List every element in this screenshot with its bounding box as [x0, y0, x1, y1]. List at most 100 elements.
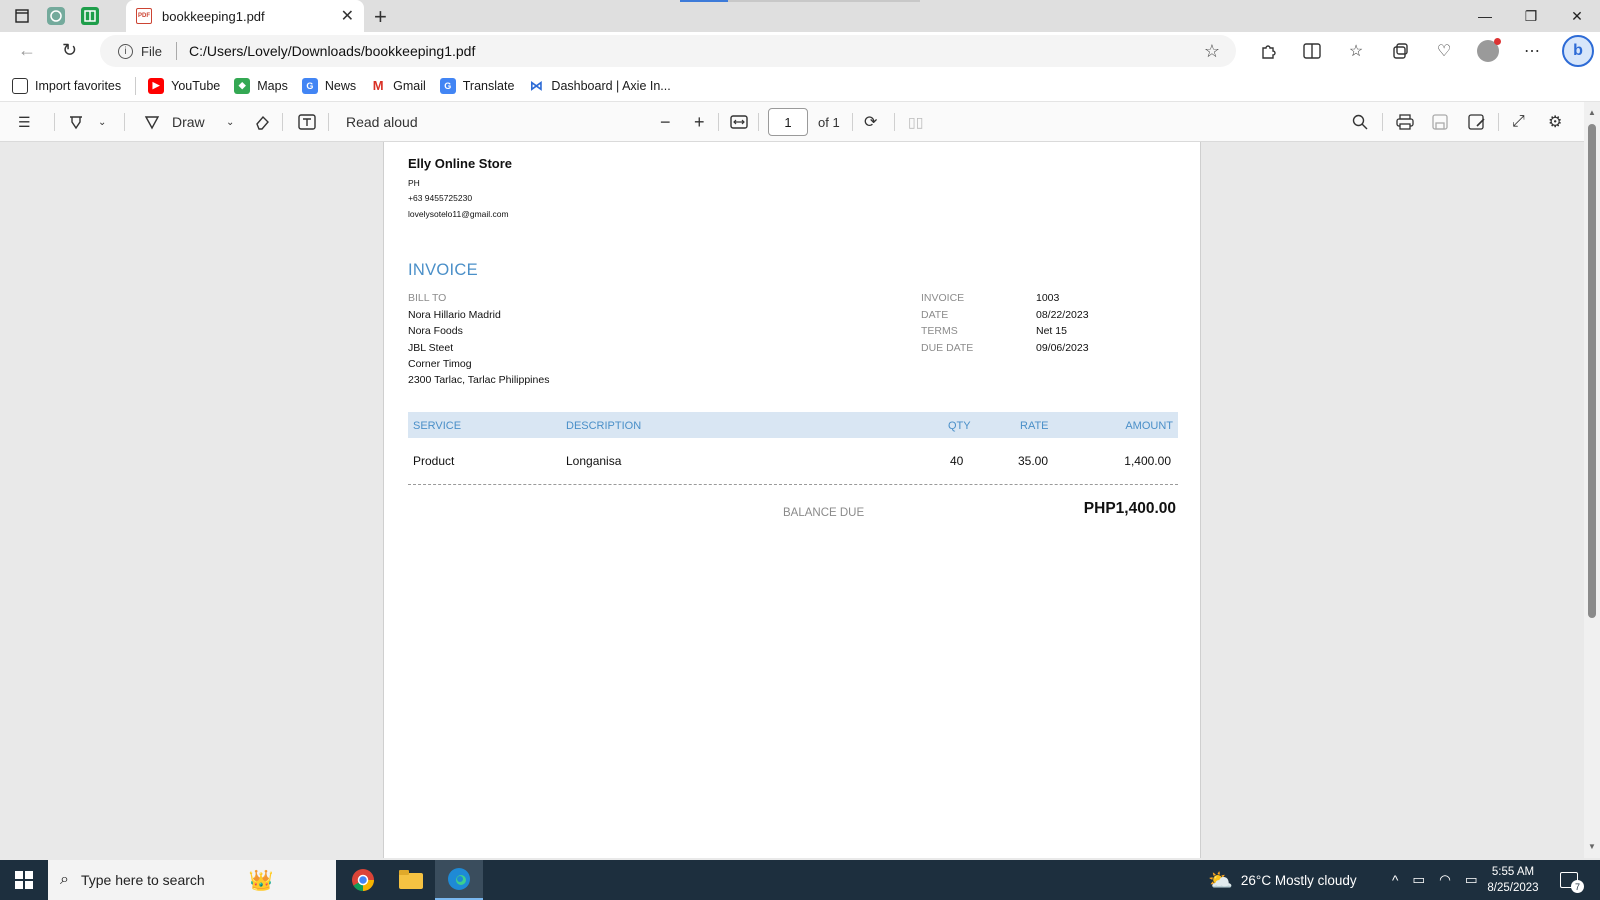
edge-icon[interactable]: [435, 860, 483, 900]
meta-label: DUE DATE: [921, 342, 974, 354]
minimize-icon[interactable]: —: [1462, 0, 1508, 32]
search-highlight-icon: 👑: [248, 869, 274, 892]
settings-gear-icon[interactable]: ⚙: [1548, 110, 1562, 134]
tab-close-icon[interactable]: ✕: [341, 6, 354, 26]
toolbar-separator: [54, 113, 55, 131]
back-icon[interactable]: ←: [18, 40, 36, 61]
import-icon: [12, 77, 28, 94]
rotate-icon[interactable]: ⟳: [864, 110, 877, 134]
cloud-icon: ⛅: [1208, 869, 1233, 892]
tab-title: bookkeeping1.pdf: [162, 8, 265, 24]
add-text-icon[interactable]: [298, 110, 316, 134]
erase-icon[interactable]: [254, 110, 270, 134]
scroll-down-icon[interactable]: ▼: [1588, 842, 1596, 851]
fullscreen-icon[interactable]: ⤢: [1512, 110, 1525, 134]
table-header: SERVICE DESCRIPTION QTY RATE AMOUNT: [408, 412, 1178, 438]
clock-time: 5:55 AM: [1491, 866, 1535, 878]
zoom-out-icon[interactable]: −: [660, 110, 671, 134]
fav-maps[interactable]: ◆ Maps: [234, 77, 288, 94]
info-icon[interactable]: i: [118, 43, 133, 59]
show-hidden-icons[interactable]: ^: [1392, 873, 1398, 888]
save-as-icon[interactable]: [1468, 110, 1486, 134]
news-icon: G: [301, 77, 318, 94]
windows-start-icon[interactable]: [0, 860, 48, 900]
more-menu-icon[interactable]: ⋯: [1514, 37, 1550, 65]
draw-button[interactable]: Draw: [144, 110, 205, 134]
taskbar-search[interactable]: ⌕ Type here to search 👑: [48, 860, 336, 900]
tab-active[interactable]: PDF bookkeeping1.pdf ✕: [126, 0, 364, 32]
pinned-tab-chatgpt-icon[interactable]: [42, 4, 70, 28]
bing-copilot-icon[interactable]: b: [1562, 35, 1594, 67]
contents-icon[interactable]: ☰: [18, 110, 31, 134]
clock-date: 8/25/2023: [1487, 882, 1539, 894]
tab-drag-indicator: [680, 0, 920, 2]
profile-avatar[interactable]: [1470, 37, 1506, 65]
page-number-input[interactable]: 1: [768, 108, 808, 136]
address-bar[interactable]: i File C:/Users/Lovely/Downloads/bookkee…: [100, 35, 1236, 67]
fav-label: News: [324, 78, 357, 93]
store-country: PH: [408, 178, 420, 188]
taskbar: ⌕ Type here to search 👑 ⛅ 26°C Mostly cl…: [0, 860, 1600, 900]
restore-icon[interactable]: ❐: [1508, 0, 1554, 32]
chrome-icon[interactable]: [339, 860, 387, 900]
balance-due-label: BALANCE DUE: [783, 507, 865, 519]
file-explorer-icon[interactable]: [387, 860, 435, 900]
meta-value: 1003: [1036, 292, 1060, 304]
new-tab-icon[interactable]: +: [374, 4, 387, 30]
highlight-dropdown-icon[interactable]: ⌄: [98, 110, 106, 134]
taskbar-clock[interactable]: 5:55 AM 8/25/2023: [1480, 864, 1546, 896]
page-view-icon[interactable]: ▯▯: [908, 110, 923, 134]
highlight-icon[interactable]: [68, 110, 84, 134]
meta-value: Net 15: [1036, 325, 1067, 337]
meta-label: TERMS: [921, 325, 958, 337]
draw-dropdown-icon[interactable]: ⌄: [226, 110, 234, 134]
fav-import-favorites[interactable]: Import favorites: [12, 77, 121, 94]
col-rate: RATE: [1020, 420, 1049, 432]
balance-due-amount: PHP1,400.00: [1083, 500, 1176, 517]
print-icon[interactable]: [1396, 110, 1414, 134]
fav-news[interactable]: G News: [301, 77, 357, 94]
url-text[interactable]: C:/Users/Lovely/Downloads/bookkeeping1.p…: [189, 43, 475, 59]
meta-value: 09/06/2023: [1036, 342, 1089, 354]
zoom-in-icon[interactable]: +: [694, 110, 705, 134]
address-row: ← ↻ i File C:/Users/Lovely/Downloads/boo…: [0, 32, 1600, 70]
meet-now-icon[interactable]: ▭: [1412, 872, 1425, 888]
wifi-icon[interactable]: ◠: [1439, 872, 1451, 888]
save-icon[interactable]: [1432, 110, 1448, 134]
browser-essentials-icon[interactable]: ♡: [1426, 37, 1462, 65]
row-qty: 40: [950, 454, 964, 468]
meta-label: INVOICE: [921, 292, 965, 304]
fav-youtube[interactable]: ▶ YouTube: [148, 77, 220, 94]
meta-value: 08/22/2023: [1036, 309, 1089, 321]
row-service: Product: [413, 454, 455, 468]
close-window-icon[interactable]: ✕: [1554, 0, 1600, 32]
fav-dashboard-axie[interactable]: ⋈ Dashboard | Axie In...: [528, 78, 671, 94]
favorites-icon[interactable]: ☆: [1338, 37, 1374, 65]
read-aloud-button[interactable]: Read aloud: [346, 110, 418, 134]
weather-widget[interactable]: ⛅ 26°C Mostly cloudy: [1208, 860, 1357, 900]
fav-gmail[interactable]: M Gmail: [370, 78, 426, 94]
extensions-icon[interactable]: [1250, 37, 1286, 65]
split-screen-icon[interactable]: [1294, 37, 1330, 65]
pinned-tab-sheets-icon[interactable]: [76, 4, 104, 28]
pdf-toolbar: ☰ ⌄ Draw ⌄ Read aloud − + 1 of 1 ⟳ ▯▯ ⤢ …: [0, 102, 1584, 142]
scrollbar-thumb[interactable]: [1588, 124, 1596, 618]
collections-icon[interactable]: [1382, 37, 1418, 65]
tab-actions-icon[interactable]: [8, 4, 36, 28]
pdf-page: Elly Online Store PH +63 9455725230 love…: [383, 142, 1201, 858]
row-rate: 35.00: [1018, 454, 1049, 468]
scroll-up-icon[interactable]: ▲: [1588, 108, 1596, 117]
bill-to-line: Nora Foods: [408, 325, 463, 337]
col-amount: AMOUNT: [1125, 420, 1173, 432]
address-separator: [175, 42, 177, 60]
notification-center-icon[interactable]: 7: [1560, 860, 1584, 900]
pdf-viewer: Elly Online Store PH +63 9455725230 love…: [0, 142, 1584, 858]
fav-label: Gmail: [393, 78, 426, 93]
refresh-icon[interactable]: ↻: [62, 40, 77, 61]
favorite-star-icon[interactable]: ☆: [1204, 41, 1220, 62]
fav-translate[interactable]: G Translate: [439, 77, 514, 94]
vertical-scrollbar[interactable]: ▲ ▼: [1584, 102, 1600, 858]
search-icon[interactable]: [1352, 110, 1368, 134]
fit-to-width-icon[interactable]: [730, 110, 748, 134]
battery-icon[interactable]: ▭: [1465, 872, 1478, 888]
